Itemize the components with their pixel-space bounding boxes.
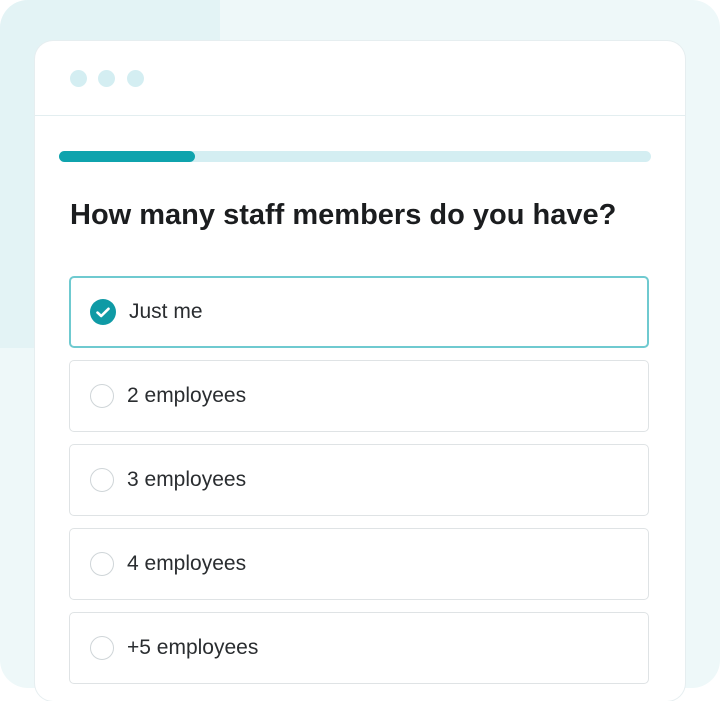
option-5-plus-employees[interactable]: +5 employees (69, 612, 649, 684)
option-4-employees[interactable]: 4 employees (69, 528, 649, 600)
option-label: Just me (129, 300, 203, 323)
radio-empty-icon (90, 384, 114, 408)
option-label: 4 employees (127, 552, 247, 575)
window-control-dot-icon[interactable] (127, 70, 144, 87)
progress-bar (59, 151, 651, 162)
window-titlebar (35, 41, 685, 116)
progress-bar-fill (59, 151, 196, 162)
option-label: 2 employees (127, 384, 247, 407)
question-title: How many staff members do you have? (70, 199, 617, 231)
option-just-me[interactable]: Just me (69, 276, 649, 348)
option-2-employees[interactable]: 2 employees (69, 360, 649, 432)
window-control-dot-icon[interactable] (70, 70, 87, 87)
option-label: 3 employees (127, 468, 247, 491)
check-circle-icon (90, 299, 116, 325)
radio-empty-icon (90, 552, 114, 576)
radio-empty-icon (90, 636, 114, 660)
window-control-dot-icon[interactable] (98, 70, 115, 87)
option-label: +5 employees (127, 636, 259, 659)
radio-empty-icon (90, 468, 114, 492)
option-3-employees[interactable]: 3 employees (69, 444, 649, 516)
browser-window: How many staff members do you have? Just… (35, 41, 685, 701)
